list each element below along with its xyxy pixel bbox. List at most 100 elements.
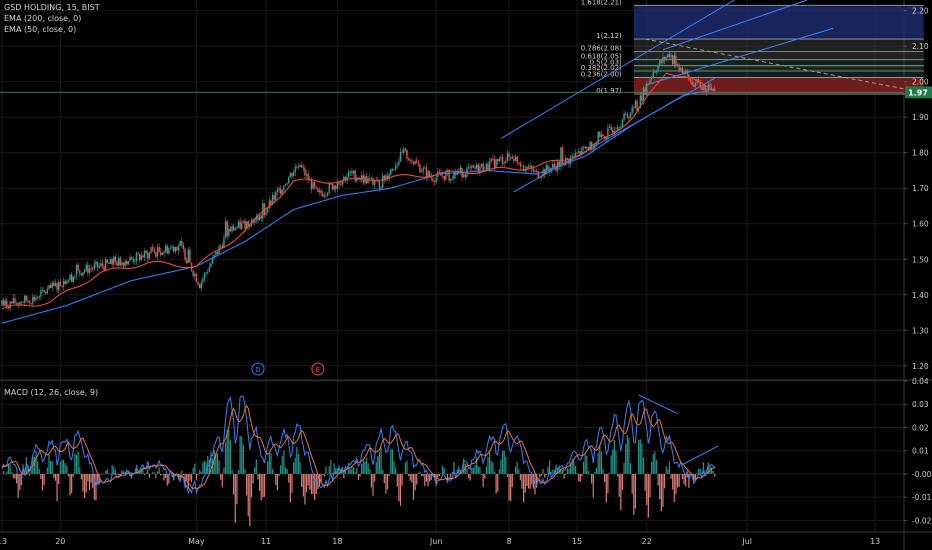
macd-histogram-bar bbox=[662, 473, 664, 508]
macd-histogram-bar bbox=[103, 473, 105, 475]
fib-level-label: 0(1.97) bbox=[596, 87, 622, 95]
candle-body bbox=[513, 159, 515, 161]
macd-histogram-bar bbox=[626, 435, 628, 474]
macd-histogram-bar bbox=[343, 473, 345, 479]
macd-histogram-bar bbox=[386, 473, 389, 490]
macd-histogram-bar bbox=[495, 473, 497, 494]
macd-axis-label: 0.03 bbox=[912, 400, 929, 409]
macd-histogram-bar bbox=[255, 459, 257, 474]
macd-histogram-bar bbox=[41, 473, 44, 491]
macd-histogram-bar bbox=[6, 471, 8, 474]
candle-body bbox=[15, 303, 18, 304]
macd-histogram-bar bbox=[377, 455, 379, 474]
macd-histogram-bar bbox=[375, 461, 377, 474]
macd-histogram-bar bbox=[472, 467, 475, 474]
candle-body bbox=[281, 190, 283, 194]
candle-body bbox=[373, 180, 376, 185]
macd-histogram-bar bbox=[152, 472, 154, 474]
candle-body bbox=[185, 259, 188, 263]
candle-body bbox=[232, 226, 235, 231]
candle-body bbox=[236, 227, 238, 229]
candle-body bbox=[584, 146, 586, 149]
price-axis-label: 1.40 bbox=[912, 291, 929, 300]
candle-body bbox=[202, 278, 204, 283]
candle-body bbox=[359, 179, 361, 180]
candle-body bbox=[116, 261, 118, 266]
candle-body bbox=[85, 264, 87, 271]
macd-histogram-bar bbox=[280, 465, 282, 474]
macd-histogram-bar bbox=[385, 473, 387, 494]
macd-histogram-bar bbox=[260, 473, 262, 501]
candle-body bbox=[312, 182, 314, 189]
macd-histogram-bar bbox=[67, 473, 70, 477]
time-axis-label: 18 bbox=[332, 537, 342, 546]
candle-body bbox=[45, 292, 47, 294]
candle-body bbox=[53, 282, 55, 287]
candle-body bbox=[171, 246, 173, 248]
candle-body bbox=[709, 84, 711, 88]
candle-body bbox=[498, 158, 501, 162]
macd-histogram-bar bbox=[364, 461, 366, 474]
candle-body bbox=[540, 176, 543, 178]
candle-body bbox=[349, 171, 351, 173]
macd-histogram-bar bbox=[46, 467, 48, 474]
macd-histogram-bar bbox=[88, 473, 91, 491]
candle-body bbox=[537, 171, 539, 178]
macd-histogram-bar bbox=[161, 473, 163, 475]
macd-axis-label: 0.01 bbox=[912, 447, 929, 456]
candle-body bbox=[79, 270, 81, 274]
time-axis-label: 11 bbox=[261, 537, 271, 546]
candle-body bbox=[411, 160, 413, 162]
macd-histogram-bar bbox=[424, 473, 426, 487]
fib-level-label: 0.236(2.00) bbox=[581, 70, 622, 78]
macd-histogram-bar bbox=[395, 468, 397, 474]
candle-body bbox=[266, 208, 269, 212]
chart-canvas[interactable]: 1.618(2.21)1(2.12)0.786(2.08)0.618(2.05)… bbox=[0, 0, 932, 550]
macd-histogram-bar bbox=[288, 473, 290, 483]
candle-body bbox=[626, 114, 629, 118]
macd-histogram-bar bbox=[644, 473, 646, 491]
candle-body bbox=[106, 259, 108, 263]
candle-body bbox=[707, 84, 710, 93]
macd-histogram-bar bbox=[480, 473, 483, 476]
macd-histogram-bar bbox=[7, 464, 10, 474]
candle-body bbox=[237, 221, 240, 228]
candle-body bbox=[633, 107, 635, 109]
candle-body bbox=[126, 261, 128, 265]
candle-body bbox=[140, 255, 143, 260]
macd-histogram-bar bbox=[442, 465, 444, 474]
candle-body bbox=[566, 158, 569, 160]
macd-histogram-bar bbox=[513, 473, 515, 475]
macd-axis-label: 0.02 bbox=[912, 423, 929, 432]
candle-body bbox=[571, 156, 573, 158]
candle-body bbox=[143, 250, 146, 258]
candle-body bbox=[82, 271, 84, 276]
macd-histogram-bar bbox=[482, 473, 484, 487]
macd-histogram-bar bbox=[670, 473, 672, 479]
macd-histogram-bar bbox=[390, 449, 392, 474]
macd-histogram-bar bbox=[244, 469, 246, 474]
candle-body bbox=[174, 246, 177, 252]
macd-histogram-bar bbox=[490, 460, 492, 474]
macd-histogram-bar bbox=[74, 453, 76, 474]
candle-body bbox=[124, 261, 126, 267]
macd-histogram-bar bbox=[467, 473, 470, 479]
candle-body bbox=[33, 296, 36, 301]
macd-histogram-bar bbox=[247, 473, 249, 517]
candle-body bbox=[318, 190, 321, 193]
macd-histogram-bar bbox=[37, 461, 39, 474]
macd-histogram-bar bbox=[297, 453, 300, 474]
macd-histogram-bar bbox=[511, 473, 513, 488]
macd-histogram-bar bbox=[425, 473, 428, 482]
candle-body bbox=[66, 281, 68, 285]
candle-body bbox=[2, 299, 5, 306]
candle-body bbox=[279, 188, 282, 194]
candle-body bbox=[592, 148, 594, 151]
macd-histogram-bar bbox=[372, 473, 374, 496]
macd-histogram-bar bbox=[521, 473, 523, 489]
candle-body bbox=[215, 251, 217, 256]
macd-histogram-bar bbox=[322, 473, 324, 475]
macd-histogram-bar bbox=[527, 473, 530, 489]
candle-body bbox=[420, 171, 423, 173]
candle-body bbox=[693, 84, 695, 87]
